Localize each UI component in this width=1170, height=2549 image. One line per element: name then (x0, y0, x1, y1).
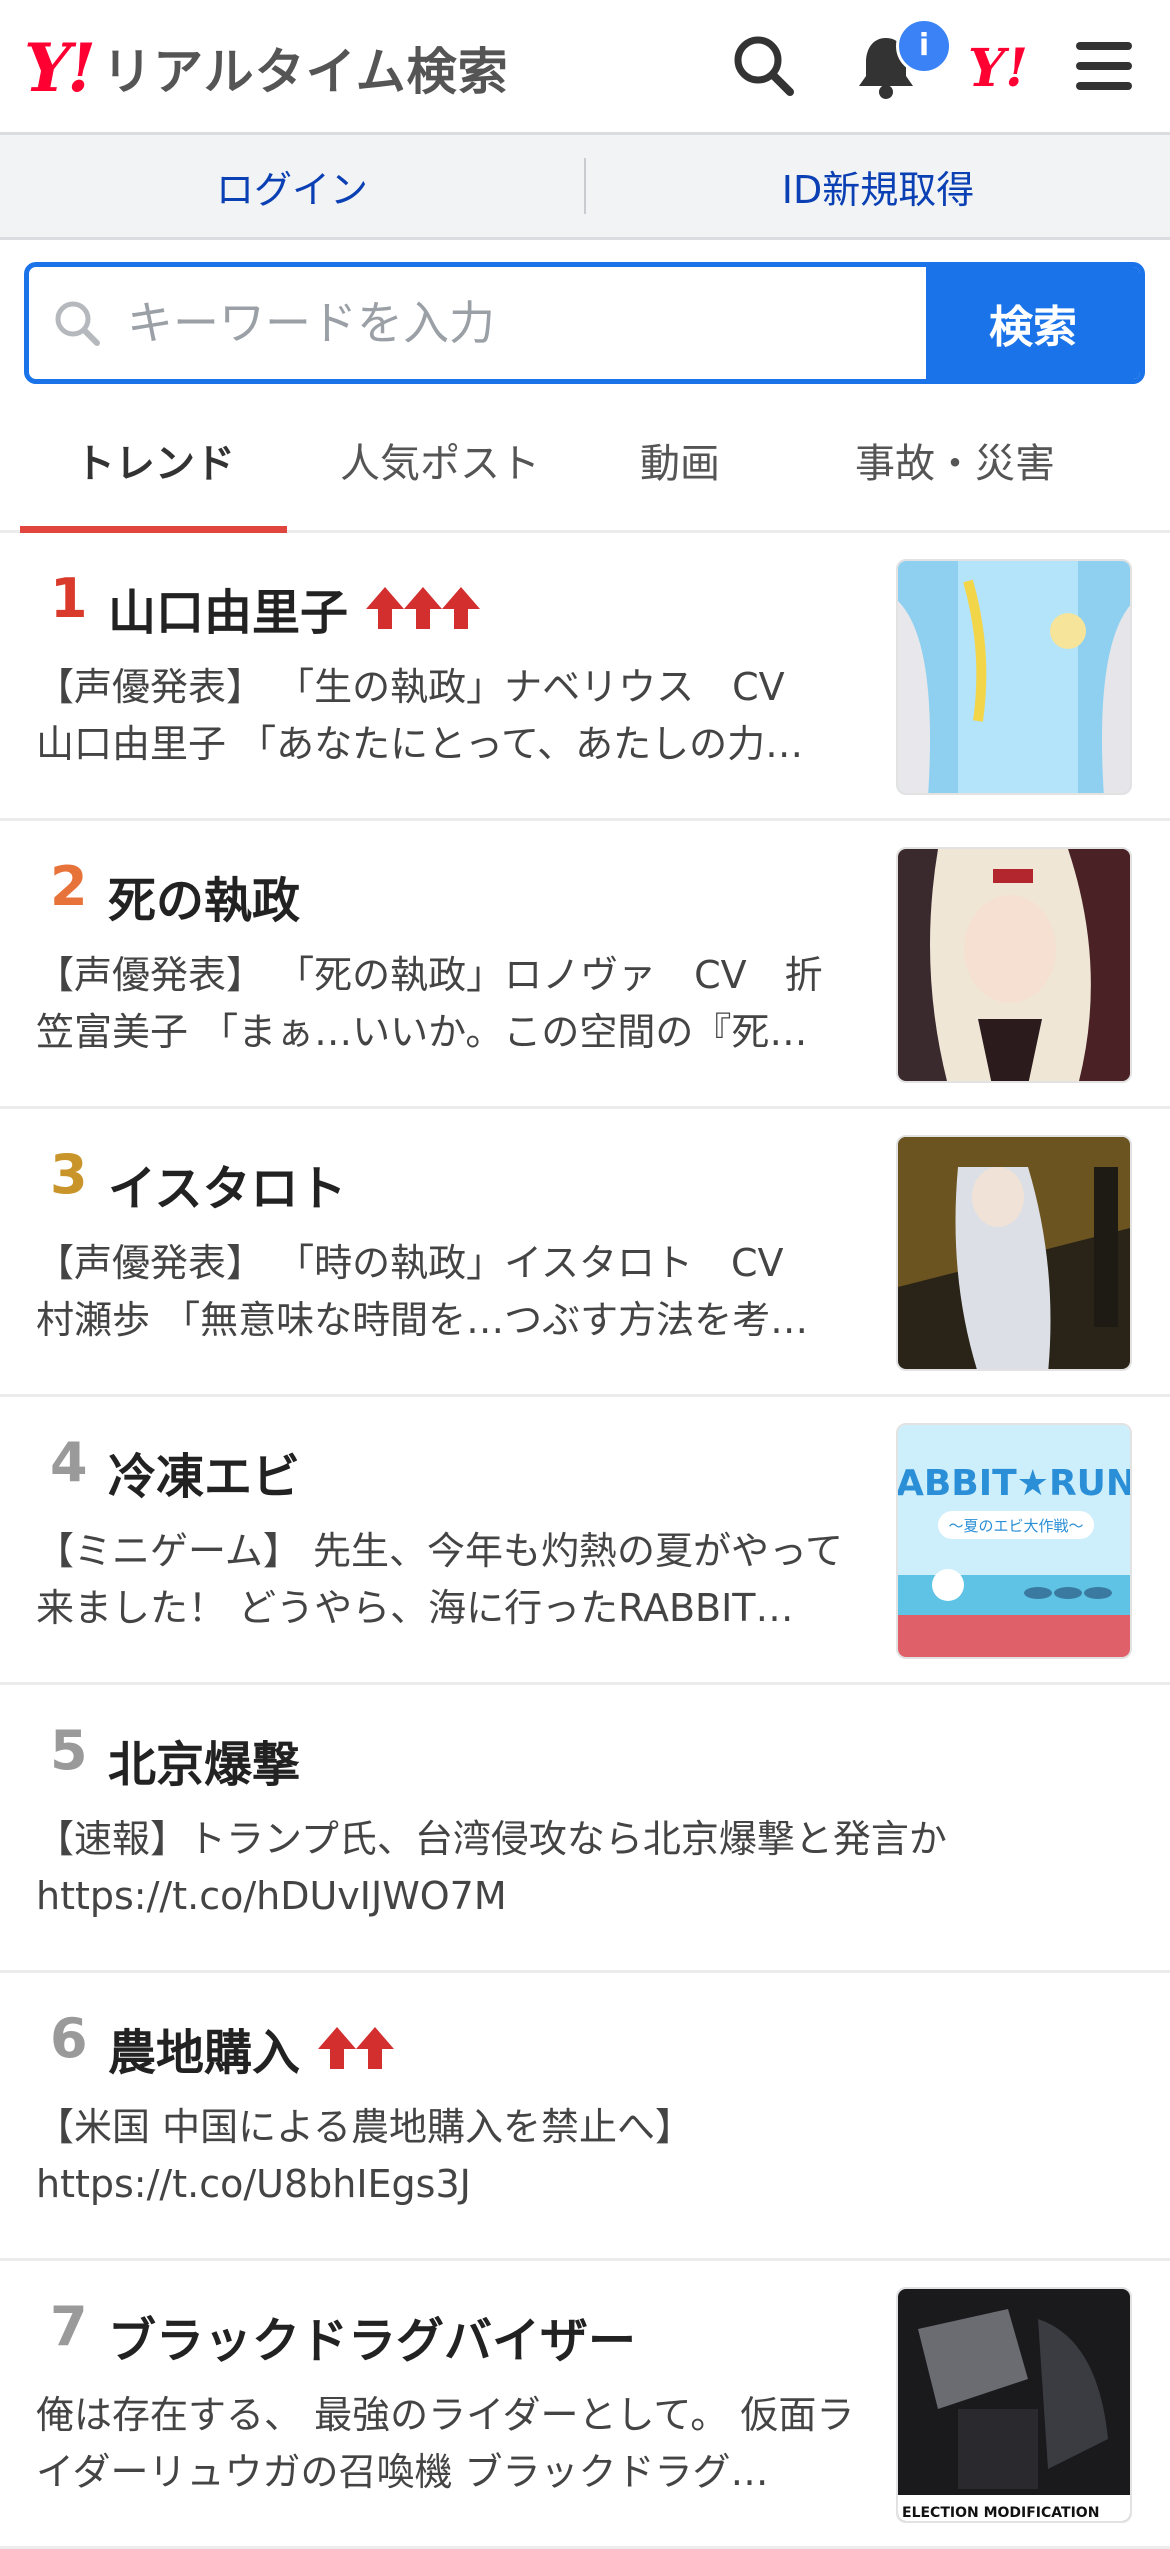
tab-accidents-disasters[interactable]: 事故・災害 (790, 390, 1120, 530)
trend-thumbnail[interactable]: ELECTION MODIFICATION (896, 2287, 1132, 2523)
search-input[interactable] (125, 267, 926, 379)
trend-title-row: 冷凍エビ (108, 1437, 300, 1507)
rank-number: 6 (50, 2007, 88, 2070)
trend-title: 北京爆撃 (108, 1737, 301, 1793)
trend-thumbnail[interactable] (896, 1135, 1132, 1371)
yahoo-top-icon[interactable]: Y! (968, 38, 1028, 99)
trend-item[interactable]: 5 北京爆撃 【速報】トランプ氏、台湾侵攻なら北京爆撃と発言か https://… (0, 1685, 1170, 1973)
rank-number: 3 (50, 1143, 88, 1206)
trend-title: 死の執政 (108, 873, 301, 929)
trend-item[interactable]: 4 冷凍エビ 【ミニゲーム】 先生、今年も灼熱の夏がやって来ました！ どうやら、… (0, 1397, 1170, 1685)
rising-arrows-icon (364, 585, 481, 631)
trend-item[interactable]: 6 農地購入 【米国 中国による農地購入を禁止へ】 https://t.co/U… (0, 1973, 1170, 2261)
trend-item[interactable]: 3 イスタロト 【声優発表】 「時の執政」イスタロト CV 村瀬歩 「無意味な時… (0, 1109, 1170, 1397)
trend-description: 【声優発表】 「死の執政」ロノヴァ CV 折笠富美子 「まぁ…いいか。この空間の… (36, 953, 823, 1054)
trend-description: 俺は存在する、 最強のライダーとして。 仮面ライダーリュウガの召喚機 ブラックド… (36, 2393, 855, 2494)
login-link[interactable]: ログイン (0, 159, 584, 214)
trend-title: 山口由里子 (108, 585, 349, 641)
logo-y-mark: Y! (24, 29, 96, 107)
search-field-icon (29, 267, 125, 379)
trend-title-row: 山口由里子 (108, 573, 481, 643)
rank-number: 5 (50, 1719, 88, 1782)
trend-title-row: 死の執政 (108, 861, 300, 931)
rising-arrows-icon (316, 2025, 395, 2071)
trend-item[interactable]: 7 ブラックドラグバイザー 俺は存在する、 最強のライダーとして。 仮面ライダー… (0, 2261, 1170, 2549)
trend-title: ブラックドラグバイザー (108, 2313, 637, 2369)
trend-description: 【声優発表】 「生の執政」ナベリウス CV 山口由里子 「あなたにとって、あたし… (36, 665, 823, 766)
tab-popular-posts[interactable]: 人気ポスト (310, 390, 570, 530)
search-row: 検索 (0, 240, 1170, 390)
rank-number: 2 (50, 855, 88, 918)
yahoo-realtime-logo[interactable]: Y! リアルタイム検索 (24, 32, 509, 104)
tab-videos[interactable]: 動画 (570, 390, 790, 530)
trend-description: 【ミニゲーム】 先生、今年も灼熱の夏がやって来ました！ どうやら、海に行ったRA… (36, 1529, 844, 1630)
trend-item[interactable]: 1 山口由里子 【声優発表】 「生の執政」ナベリウス CV 山口由里子 「あなた… (0, 533, 1170, 821)
login-bar: ログイン ID新規取得 (0, 135, 1170, 240)
trend-title: 冷凍エビ (108, 1449, 301, 1505)
trend-thumbnail[interactable]: ABBIT★RUN 〜夏のエビ大作戦〜 (896, 1423, 1132, 1659)
logo-title: リアルタイム検索 (102, 43, 509, 101)
rabbit-run-subtitle: 〜夏のエビ大作戦〜 (948, 1517, 1083, 1535)
notification-badge: i (896, 18, 952, 74)
trend-thumbnail[interactable] (896, 559, 1132, 795)
menu-icon[interactable] (1068, 30, 1140, 102)
trend-title: 農地購入 (108, 2025, 301, 2081)
rank-number: 4 (50, 1431, 88, 1494)
search-form: 検索 (24, 262, 1145, 384)
app-header: Y! リアルタイム検索 i Y! (0, 0, 1170, 135)
search-button[interactable]: 検索 (926, 267, 1140, 379)
trend-item[interactable]: 2 死の執政 【声優発表】 「死の執政」ロノヴァ CV 折笠富美子 「まぁ…いい… (0, 821, 1170, 1109)
trend-description: 【米国 中国による農地購入を禁止へ】 https://t.co/U8bhIEgs… (36, 2105, 693, 2206)
rabbit-run-title: ABBIT★RUN (898, 1463, 1132, 1504)
trend-description: 【速報】トランプ氏、台湾侵攻なら北京爆撃と発言か https://t.co/hD… (36, 1817, 947, 1918)
active-tab-indicator (20, 526, 287, 533)
trend-thumbnail[interactable] (896, 847, 1132, 1083)
trend-list: 1 山口由里子 【声優発表】 「生の執政」ナベリウス CV 山口由里子 「あなた… (0, 533, 1170, 2549)
trend-title-row: 農地購入 (108, 2013, 395, 2083)
trend-title-row: ブラックドラグバイザー (108, 2301, 636, 2371)
trend-title: イスタロト (108, 1161, 347, 1217)
rank-number: 1 (50, 567, 88, 630)
register-link[interactable]: ID新規取得 (586, 159, 1170, 214)
rank-number: 7 (50, 2295, 88, 2358)
trend-description: 【声優発表】 「時の執政」イスタロト CV 村瀬歩 「無意味な時間を…つぶす方法… (36, 1241, 822, 1342)
trend-title-row: 北京爆撃 (108, 1725, 300, 1795)
tab-bar: トレンド 人気ポスト 動画 事故・災害 (0, 390, 1170, 533)
search-icon[interactable] (728, 30, 800, 102)
rider-caption: ELECTION MODIFICATION (902, 2505, 1099, 2521)
tab-trend[interactable]: トレンド (0, 390, 310, 530)
trend-title-row: イスタロト (108, 1149, 347, 1219)
